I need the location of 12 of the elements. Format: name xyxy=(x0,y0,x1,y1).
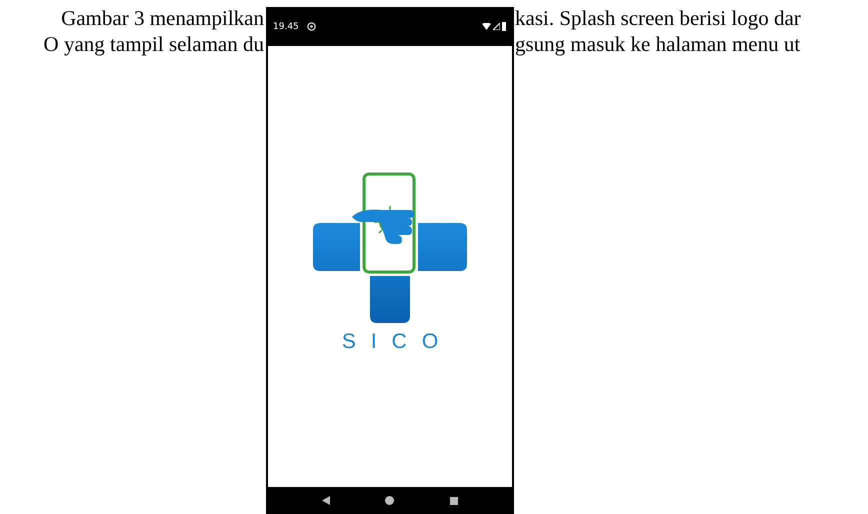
signal-icon xyxy=(493,23,500,30)
paragraph-text: Gambar 3 menampilkan xyxy=(61,6,264,30)
paragraph-text: kasi. Splash screen berisi logo dar xyxy=(515,6,801,30)
paragraph-text: O yang tampil selaman du xyxy=(44,32,264,56)
status-time: 19.45 xyxy=(273,22,299,32)
paragraph-text: gsung masuk ke halaman menu ut xyxy=(515,32,800,56)
home-icon[interactable] xyxy=(385,496,394,505)
battery-icon xyxy=(502,22,506,31)
app-name: SICO xyxy=(342,330,454,354)
recents-icon[interactable] xyxy=(450,496,458,504)
back-icon[interactable] xyxy=(322,496,330,505)
wifi-icon xyxy=(482,23,491,30)
